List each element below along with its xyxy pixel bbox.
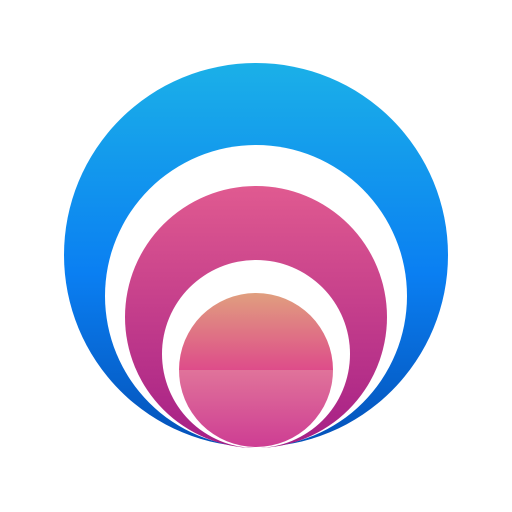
- concentric-circles-logo-icon: [64, 63, 448, 448]
- logo-canvas: [0, 0, 512, 512]
- inner-sunset-bottom: [179, 370, 333, 447]
